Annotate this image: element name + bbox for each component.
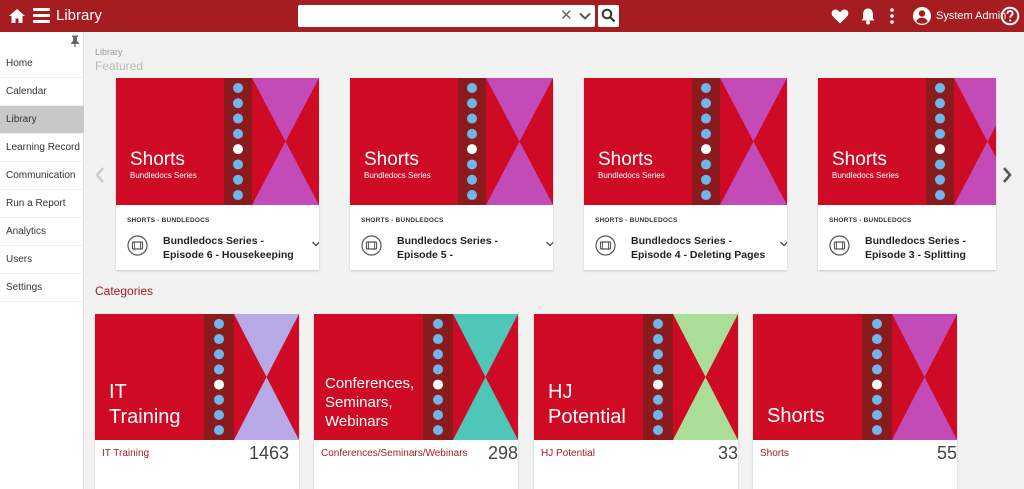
user-name[interactable]: System Admin <box>936 9 1006 23</box>
category-count: 33 <box>717 443 738 463</box>
heart-icon[interactable] <box>830 6 850 26</box>
thumbnail-image: IT Training <box>95 314 299 440</box>
chevron-down-icon[interactable] <box>578 9 592 23</box>
thumbnail-image: ShortsBundledocs Series <box>116 78 319 205</box>
sidebar-item-communication[interactable]: Communication <box>0 162 84 190</box>
featured-title-line: Episode 3 - Splitting <box>865 249 966 261</box>
featured-title-line: Bundledocs Series - <box>865 235 966 247</box>
category-name[interactable]: Conferences/Seminars/Webinars <box>321 448 468 459</box>
breadcrumb[interactable]: Library <box>95 47 123 57</box>
featured-title-line: Episode 4 - Deleting Pages <box>631 249 766 261</box>
video-icon <box>127 235 148 256</box>
category-name[interactable]: Shorts <box>760 448 789 459</box>
video-icon <box>829 235 850 256</box>
thumbnail-image: ShortsBundledocs Series <box>818 78 996 205</box>
categories-heading: Categories <box>95 284 154 298</box>
sidebar-item-run-a-report[interactable]: Run a Report <box>0 190 84 218</box>
featured-title[interactable]: Bundledocs Series - Episode 4 - Deleting … <box>631 234 771 262</box>
pin-icon[interactable] <box>70 35 80 47</box>
category-count: 1463 <box>248 443 289 463</box>
app-title: Library <box>56 7 102 24</box>
search-icon <box>601 8 616 23</box>
thumbnail-title: Seminars, <box>325 394 393 411</box>
sidebar-nav: Home Calendar Library Learning Record Commun… <box>0 50 84 302</box>
featured-card[interactable]: Shorts Bundledocs Series SHORTS - BUNDLEDO… <box>350 78 553 270</box>
thumbnail-title: IT <box>109 381 127 403</box>
carousel-prev-arrow-icon[interactable] <box>93 165 107 185</box>
thumbnail-subtitle: Bundledocs Series <box>598 171 665 180</box>
top-bar: Library ✕ System Admin <box>0 0 1024 32</box>
featured-card[interactable]: Shorts Bundledocs Series SHORTS - BUNDLEDO… <box>584 78 787 270</box>
featured-title-line: Bundledocs Series - <box>397 235 498 247</box>
carousel-next-arrow-icon[interactable] <box>1000 165 1014 185</box>
home-icon[interactable] <box>8 7 26 25</box>
hamburger-menu-icon[interactable] <box>33 8 50 23</box>
sidebar-item-users[interactable]: Users <box>0 246 84 274</box>
thumbnail-subtitle: Bundledocs Series <box>130 171 197 180</box>
search-input[interactable]: ✕ <box>298 5 595 27</box>
featured-tag: SHORTS - BUNDLEDOCS <box>361 217 444 224</box>
thumbnail-subtitle: Bundledocs Series <box>364 171 431 180</box>
more-vertical-icon[interactable] <box>886 6 898 26</box>
bell-icon[interactable] <box>858 6 878 26</box>
category-card[interactable]: IT Training IT Training 1463 <box>95 314 299 489</box>
featured-title-line: Episode 6 - Housekeeping <box>163 249 294 261</box>
thumbnail-image: Conferences, Seminars, Webinars <box>314 314 518 440</box>
featured-heading: Featured <box>95 59 144 73</box>
thumbnail-title: Conferences, <box>325 375 414 392</box>
thumbnail-title: Shorts <box>832 149 887 170</box>
featured-title[interactable]: Bundledocs Series - Episode 3 - Splitting <box>865 234 996 262</box>
sidebar-item-home[interactable]: Home <box>0 50 84 78</box>
category-card[interactable]: Conferences, Seminars, Webinars Conferences… <box>314 314 518 489</box>
thumbnail-title: Shorts <box>364 149 419 170</box>
featured-card[interactable]: Shorts Bundledocs Series SHORTS - BUNDLEDO… <box>818 78 996 270</box>
sidebar-item-calendar[interactable]: Calendar <box>0 78 84 106</box>
featured-tag: SHORTS - BUNDLEDOCS <box>127 217 210 224</box>
thumbnail-title: Shorts <box>767 405 825 427</box>
sidebar: Home Calendar Library Learning Record Commun… <box>0 32 84 489</box>
clear-icon[interactable]: ✕ <box>560 8 573 24</box>
video-icon <box>595 235 616 256</box>
thumbnail-image: HJ Potential <box>534 314 738 440</box>
thumbnail-title: Webinars <box>325 413 388 430</box>
chevron-down-icon[interactable] <box>545 240 553 248</box>
search-button[interactable] <box>598 5 619 27</box>
category-name[interactable]: HJ Potential <box>541 448 595 459</box>
thumbnail-title: Potential <box>548 406 626 428</box>
thumbnail-title: Shorts <box>130 149 185 170</box>
thumbnail-title: Training <box>109 406 181 428</box>
category-name[interactable]: IT Training <box>102 448 149 459</box>
category-card[interactable]: Shorts Shorts 55 <box>753 314 957 489</box>
thumbnail-title: Shorts <box>598 149 653 170</box>
category-count: 55 <box>936 443 957 463</box>
help-icon[interactable] <box>1000 6 1020 26</box>
featured-title[interactable]: Bundledocs Series - Episode 6 - Housekeep… <box>163 234 303 262</box>
thumbnail-subtitle: Bundledocs Series <box>832 171 899 180</box>
featured-title-line: Bundledocs Series - <box>163 235 264 247</box>
thumbnail-image: ShortsBundledocs Series <box>584 78 787 205</box>
thumbnail-image: Shorts <box>753 314 957 440</box>
sidebar-item-learning-record[interactable]: Learning Record <box>0 134 84 162</box>
thumbnail-title: HJ <box>548 381 572 403</box>
featured-title-line: Bundledocs Series - <box>631 235 732 247</box>
featured-tag: SHORTS - BUNDLEDOCS <box>829 217 912 224</box>
sidebar-item-library[interactable]: Library <box>0 106 84 134</box>
category-count: 298 <box>487 443 518 463</box>
featured-title-line: Episode 5 - <box>397 249 454 261</box>
sidebar-item-analytics[interactable]: Analytics <box>0 218 84 246</box>
thumbnail-image: ShortsBundledocs Series <box>350 78 553 205</box>
featured-title[interactable]: Bundledocs Series - Episode 5 - <box>397 234 537 262</box>
category-card[interactable]: HJ Potential HJ Potential 33 <box>534 314 738 489</box>
chevron-down-icon[interactable] <box>311 240 319 248</box>
user-avatar-icon[interactable] <box>912 6 932 26</box>
featured-tag: SHORTS - BUNDLEDOCS <box>595 217 678 224</box>
sidebar-item-settings[interactable]: Settings <box>0 274 84 302</box>
chevron-down-icon[interactable] <box>779 240 787 248</box>
video-icon <box>361 235 382 256</box>
featured-card[interactable]: Shorts Bundledocs Series SHORTS - BUNDLEDO… <box>116 78 319 270</box>
